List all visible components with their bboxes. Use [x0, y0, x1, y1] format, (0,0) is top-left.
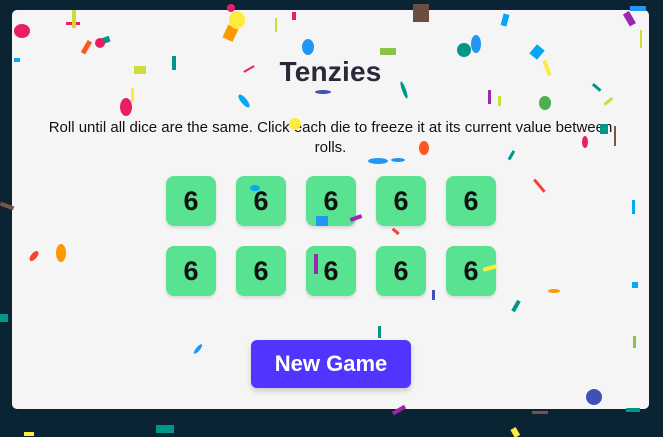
game-title: Tenzies: [279, 56, 382, 87]
die-2[interactable]: 6: [236, 176, 286, 226]
new-game-button[interactable]: New Game: [251, 340, 411, 388]
dice-grid: 6 6 6 6 6 6 6 6 6 6: [166, 176, 496, 296]
die-4[interactable]: 6: [376, 176, 426, 226]
confetti-piece: [510, 427, 521, 437]
confetti-piece: [156, 425, 174, 433]
confetti-piece: [0, 314, 8, 322]
die-5[interactable]: 6: [446, 176, 496, 226]
die-7[interactable]: 6: [236, 246, 286, 296]
instructions-text: Roll until all dice are the same. Click …: [48, 119, 613, 156]
confetti-piece: [532, 411, 548, 414]
die-9[interactable]: 6: [376, 246, 426, 296]
die-10[interactable]: 6: [446, 246, 496, 296]
tenzies-card: Tenzies Roll until all dice are the same…: [12, 10, 649, 409]
die-1[interactable]: 6: [166, 176, 216, 226]
die-6[interactable]: 6: [166, 246, 216, 296]
die-3[interactable]: 6: [306, 176, 356, 226]
die-8[interactable]: 6: [306, 246, 356, 296]
confetti-piece: [24, 432, 34, 436]
